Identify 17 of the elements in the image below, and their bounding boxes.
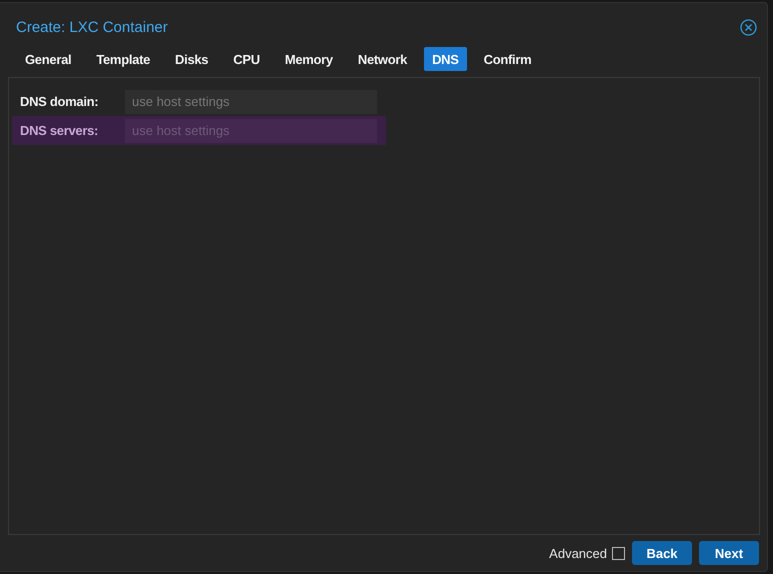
tab[interactable]: Confirm xyxy=(476,47,540,71)
tab[interactable]: DNS xyxy=(424,47,467,71)
tab[interactable]: Memory xyxy=(276,47,341,71)
input-field[interactable]: use host settings xyxy=(125,90,377,114)
tab[interactable]: Disks xyxy=(167,47,216,71)
footer-button[interactable]: Back xyxy=(632,541,692,565)
advanced-label: Advanced xyxy=(549,546,607,560)
footer-button[interactable]: Next xyxy=(699,541,759,565)
window-title: Create: LXC Container xyxy=(16,18,168,36)
close-icon[interactable] xyxy=(740,18,757,36)
advanced-checkbox[interactable] xyxy=(612,546,625,560)
tab[interactable]: Template xyxy=(88,47,158,71)
tab[interactable]: CPU xyxy=(225,47,268,71)
field-label: DNS servers: xyxy=(20,123,100,138)
tab[interactable]: Network xyxy=(350,47,416,71)
field-label: DNS domain: xyxy=(20,94,100,109)
tab[interactable]: General xyxy=(17,47,80,71)
